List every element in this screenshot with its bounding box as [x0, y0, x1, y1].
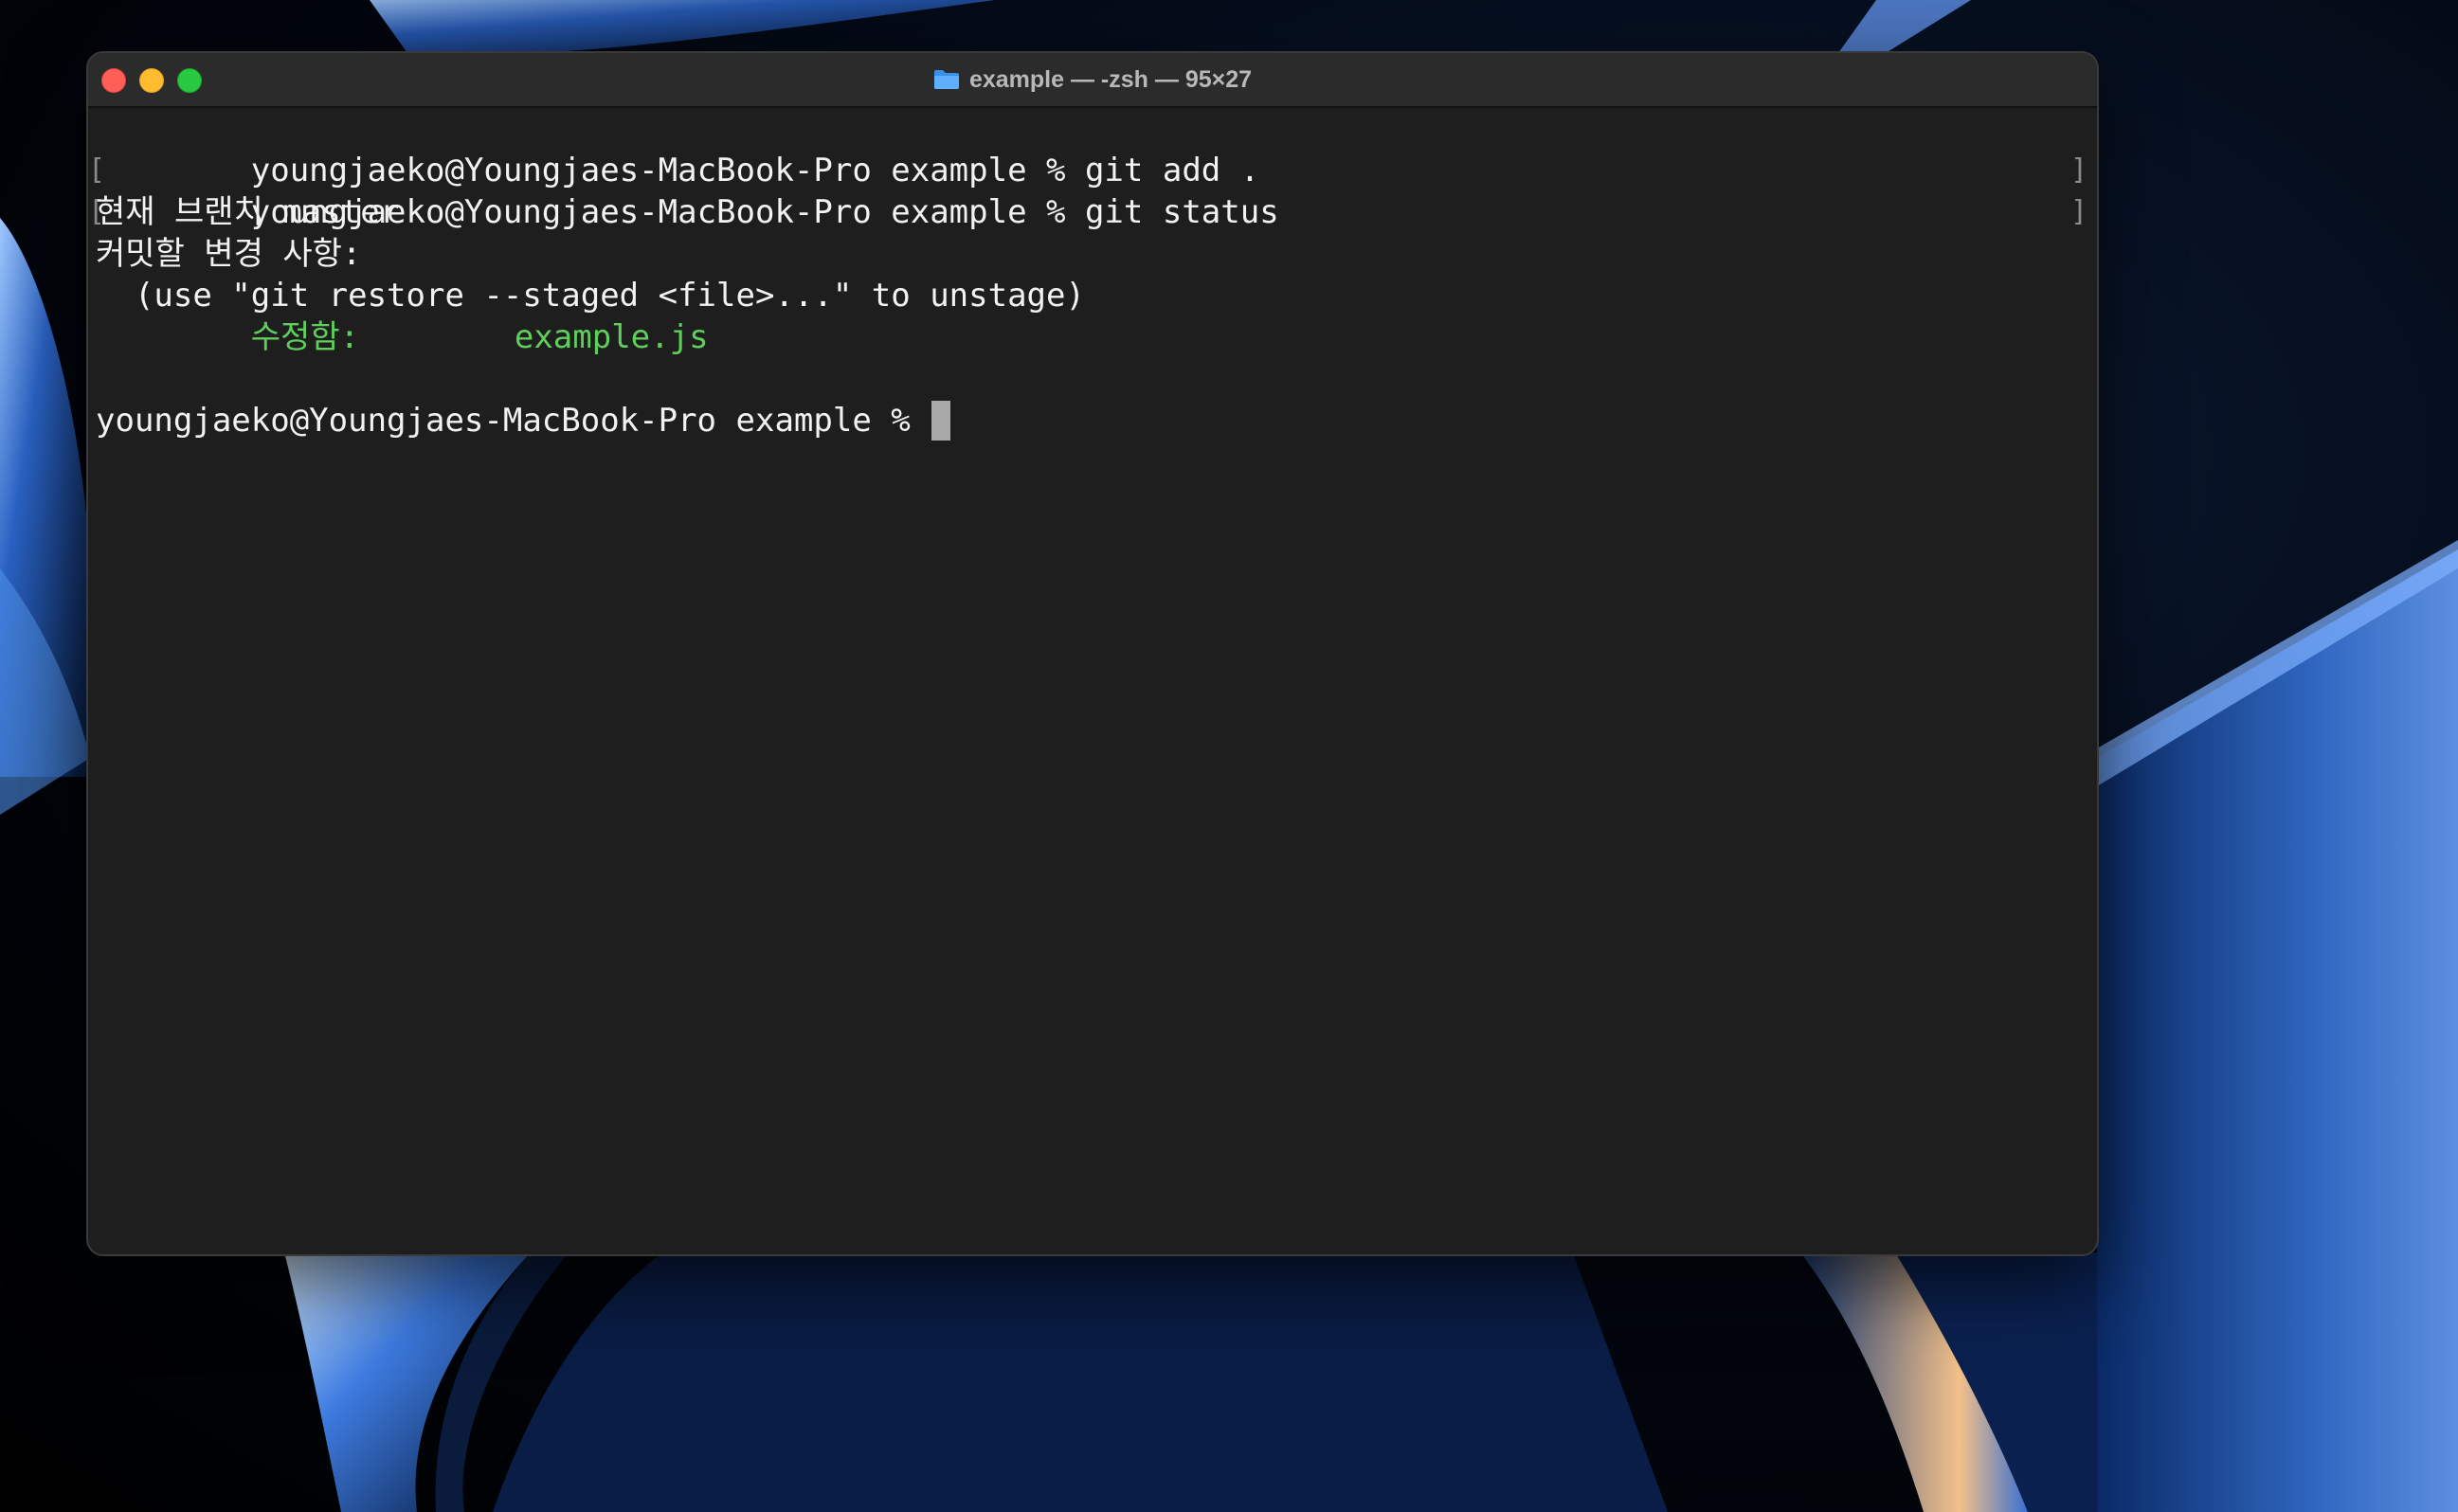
- wallpaper-blade-bottom-center: [493, 1252, 1668, 1512]
- terminal-line: 현재 브랜치 master: [96, 191, 2097, 233]
- titlebar[interactable]: example — -zsh — 95×27: [88, 53, 2097, 108]
- terminal-line: [youngjaeko@Youngjaes-MacBook-Pro exampl…: [88, 108, 2097, 189]
- window-title: example — -zsh — 95×27: [968, 65, 1253, 93]
- terminal-line: [youngjaeko@Youngjaes-MacBook-Pro exampl…: [88, 150, 2097, 231]
- modified-file: example.js: [514, 318, 709, 356]
- terminal-line: (use "git restore --staged <file>..." to…: [96, 275, 2097, 316]
- desktop: example — -zsh — 95×27 [youngjaeko@Young…: [0, 0, 2458, 1512]
- terminal-line[interactable]: youngjaeko@Youngjaes-MacBook-Pro example…: [96, 400, 2097, 441]
- folder-icon: [933, 70, 959, 89]
- restore-hint: (use "git restore --staged <file>..." to…: [96, 277, 1085, 315]
- prompt: youngjaeko@Youngjaes-MacBook-Pro example…: [96, 402, 931, 440]
- terminal-output[interactable]: [youngjaeko@Youngjaes-MacBook-Pro exampl…: [88, 108, 2097, 1254]
- modified-label: 수정함:: [250, 318, 360, 356]
- branch-line: 현재 브랜치 master: [96, 193, 400, 231]
- window-title-wrap: example — -zsh — 95×27: [88, 53, 2097, 106]
- terminal-line: 수정함: example.js: [96, 316, 2097, 358]
- terminal-line: 커밋할 변경 사항:: [96, 233, 2097, 275]
- cursor[interactable]: [931, 400, 951, 441]
- wallpaper-blade-bottom-left: [284, 1252, 531, 1512]
- wallpaper-blade-top: [370, 0, 995, 53]
- terminal-window[interactable]: example — -zsh — 95×27 [youngjaeko@Young…: [86, 51, 2099, 1256]
- wallpaper-blade-right: [2097, 549, 2458, 1512]
- changes-header: 커밋할 변경 사항:: [96, 235, 362, 273]
